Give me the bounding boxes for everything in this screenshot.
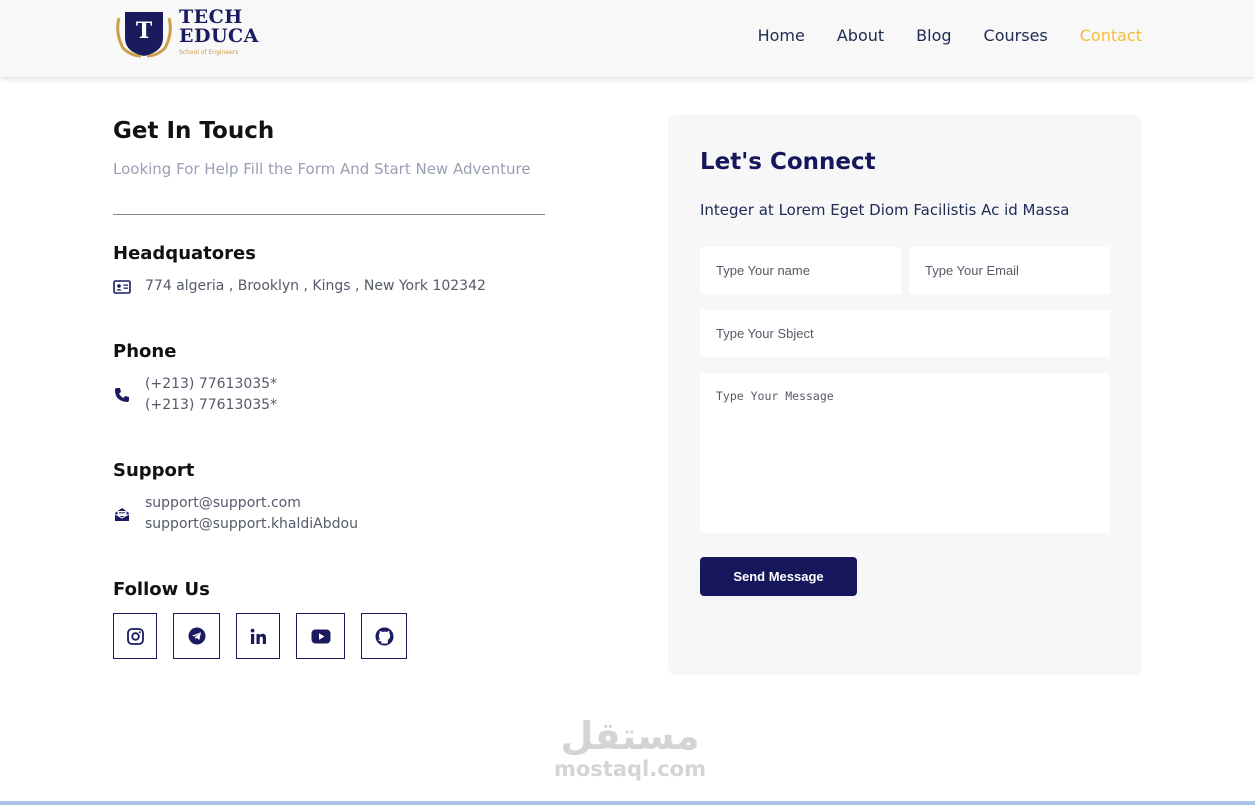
phone-title: Phone	[113, 341, 177, 362]
linkedin-button[interactable]	[236, 613, 280, 659]
get-in-touch-title: Get In Touch	[113, 118, 275, 144]
support-email-1[interactable]: support@support.com	[145, 493, 358, 514]
site-header: T TECH EDUCA School of Engineers Home Ab…	[0, 0, 1255, 77]
support-emails: support@support.com support@support.khal…	[145, 493, 358, 535]
headquarters-title: Headquatores	[113, 243, 256, 264]
contact-form-card: Let's Connect Integer at Lorem Eget Diom…	[668, 115, 1142, 675]
message-textarea[interactable]	[700, 373, 1110, 533]
instagram-button[interactable]	[113, 613, 157, 659]
mostaql-watermark: مستقل mostaql.com	[550, 715, 710, 781]
instagram-icon	[126, 627, 144, 645]
nav-blog[interactable]: Blog	[916, 26, 951, 45]
watermark-arabic: مستقل	[560, 714, 700, 758]
headquarters-row: 774 algeria , Brooklyn , Kings , New Yor…	[113, 276, 486, 297]
logo-line-2: EDUCA	[179, 25, 259, 47]
get-in-touch-subtitle: Looking For Help Fill the Form And Start…	[113, 160, 531, 178]
mail-open-icon	[113, 505, 131, 523]
nav-courses[interactable]: Courses	[984, 26, 1048, 45]
nav-contact[interactable]: Contact	[1080, 26, 1142, 45]
nav-about[interactable]: About	[837, 26, 884, 45]
bottom-edge	[0, 801, 1255, 805]
phone-number-2: (+213) 77613035*	[145, 397, 278, 413]
phone-icon	[113, 386, 131, 404]
support-email-2[interactable]: support@support.khaldiAbdou	[145, 514, 358, 535]
section-divider	[113, 214, 545, 215]
youtube-icon	[311, 629, 330, 643]
send-message-button[interactable]: Send Message	[700, 557, 857, 596]
phone-numbers: (+213) 77613035* (+213) 77613035*	[145, 374, 277, 416]
github-icon	[375, 627, 393, 645]
logo-badge-icon: T	[116, 12, 172, 58]
name-input[interactable]	[700, 247, 901, 294]
phone-number-1: (+213) 77613035*	[145, 376, 278, 392]
logo-letter: T	[136, 18, 153, 44]
form-title: Let's Connect	[700, 149, 876, 175]
form-subtitle: Integer at Lorem Eget Diom Facilistis Ac…	[700, 201, 1070, 219]
phone-row: (+213) 77613035* (+213) 77613035*	[113, 374, 277, 416]
logo-tagline: School of Engineers	[179, 49, 239, 56]
social-links	[113, 613, 423, 659]
subject-input[interactable]	[700, 310, 1110, 357]
youtube-button[interactable]	[296, 613, 345, 659]
contact-info: Get In Touch Looking For Help Fill the F…	[113, 118, 545, 659]
watermark-latin: mostaql.com	[554, 757, 706, 781]
logo-wordmark: TECH EDUCA	[179, 8, 259, 46]
site-logo[interactable]: T TECH EDUCA School of Engineers	[113, 8, 263, 60]
support-row: support@support.com support@support.khal…	[113, 493, 358, 535]
support-title: Support	[113, 460, 195, 481]
main-nav: Home About Blog Courses Contact	[726, 26, 1142, 45]
headquarters-address: 774 algeria , Brooklyn , Kings , New Yor…	[145, 278, 486, 294]
linkedin-icon	[250, 628, 266, 644]
follow-us-title: Follow Us	[113, 579, 210, 600]
email-input[interactable]	[909, 247, 1110, 294]
telegram-icon	[188, 627, 205, 645]
github-button[interactable]	[361, 613, 407, 659]
nav-home[interactable]: Home	[758, 26, 805, 45]
telegram-button[interactable]	[173, 613, 220, 659]
id-card-icon	[113, 278, 131, 296]
